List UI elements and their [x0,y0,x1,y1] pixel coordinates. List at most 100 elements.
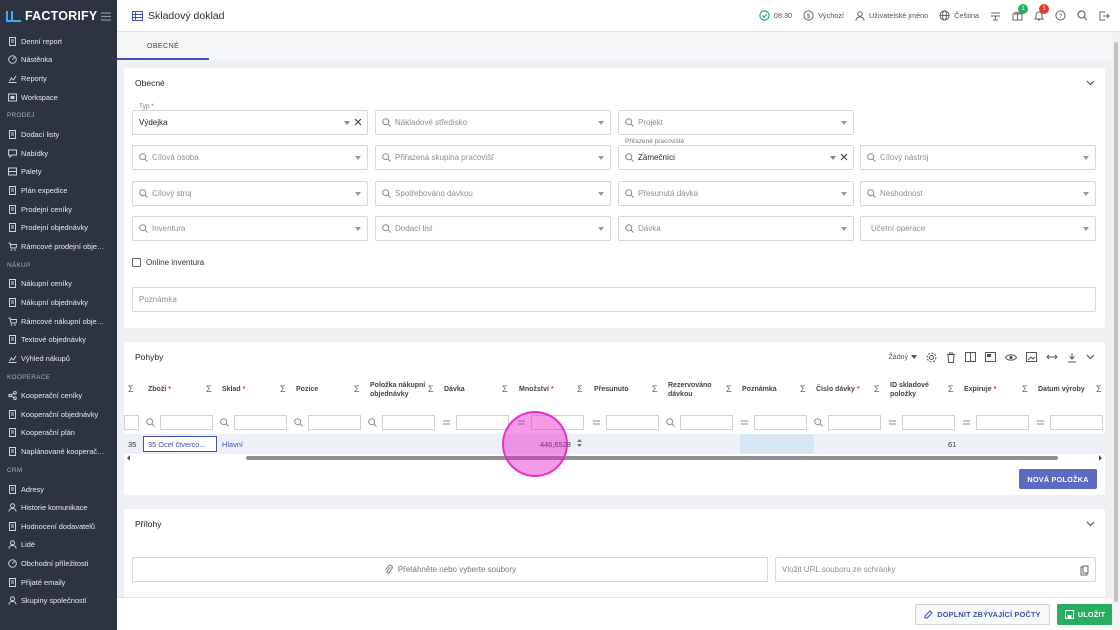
paste-icon[interactable] [1080,565,1089,576]
chevron-down-icon[interactable] [355,192,361,196]
notifications-button[interactable]: 1 [1034,4,1049,21]
file-dropzone[interactable]: Přetáhněte nebo vyberte soubory [132,557,768,582]
column-header[interactable]: Sklad * [222,377,278,404]
item-cell[interactable]: 35 Ocel čtverco... [143,436,217,452]
table-row[interactable]: 35 35 Ocel čtverco... Hlavní 446,6528 61 [124,434,1105,454]
column-header[interactable]: Dávka [444,377,500,404]
sidebar-item[interactable]: Prodejní ceníky [0,200,117,219]
chevron-down-icon[interactable] [598,121,604,125]
chevron-down-icon[interactable] [841,227,847,231]
tab-general[interactable]: OBECNÉ [117,32,209,60]
save-button[interactable]: ULOŽIT [1057,604,1113,625]
column-header[interactable]: Zboží * [148,377,204,404]
filter-input[interactable] [680,415,733,430]
equals-icon[interactable] [962,418,971,427]
column-header[interactable]: Expiruje * [964,377,1020,404]
inventory-select[interactable]: Inventura [132,216,368,241]
search-icon[interactable] [368,418,377,427]
sidebar-item[interactable]: Denní report [0,32,117,51]
equals-icon[interactable] [442,418,451,427]
language-selector[interactable]: Čeština [939,10,979,21]
horizontal-scrollbar[interactable] [124,454,1105,462]
filter-input[interactable] [234,415,287,430]
search-icon[interactable] [666,418,675,427]
search-icon[interactable] [220,418,229,427]
quantity-stepper-icon[interactable] [577,438,582,448]
chevron-down-icon[interactable] [598,156,604,160]
filter-input[interactable] [606,415,659,430]
search-button[interactable] [1077,10,1088,21]
sidebar-item[interactable]: Prodejní objednávky [0,218,117,237]
sidebar-item[interactable]: Nástěnka [0,51,117,70]
chevron-down-icon[interactable] [1086,521,1095,527]
column-header[interactable]: Datum výroby [1038,377,1094,404]
sidebar-item[interactable]: Adresy [0,480,117,499]
help-button[interactable]: ? [1055,10,1066,21]
chevron-down-icon[interactable] [355,227,361,231]
url-field[interactable]: Vložit URL souboru ze schránky [775,557,1096,582]
chevron-down-icon[interactable] [598,192,604,196]
layout-icon[interactable] [985,352,996,362]
gift-button[interactable]: 1 [1012,4,1028,21]
sum-icon[interactable]: Σ [206,384,212,394]
sidebar-item[interactable]: Hodnocení dodavatelů [0,517,117,536]
nonconformity-select[interactable]: Neshodnost [860,181,1096,206]
sum-icon[interactable]: Σ [502,384,508,394]
sidebar-item[interactable]: Přijaté emaily [0,573,117,592]
attachments-header[interactable]: Přílohy [124,509,1105,539]
sidebar-item[interactable]: Skupiny společností [0,591,117,610]
sidebar-item[interactable]: Reporty [0,69,117,88]
column-header[interactable]: Poznámka [742,377,798,404]
hamburger-menu-icon[interactable] [101,11,111,21]
moved-batch-select[interactable]: Přesunutá dávka [618,181,854,206]
sum-icon[interactable]: Σ [428,384,434,394]
sidebar-item[interactable]: Rámcové prodejní objednávky [0,237,117,256]
column-header[interactable]: Pozice [296,377,352,404]
vertical-scrollbar[interactable] [1112,32,1120,630]
scrollbar-thumb[interactable] [1114,42,1118,602]
sum-icon[interactable]: Σ [1096,384,1102,394]
workplace-select[interactable]: Přiřazené pracoviště Zámečníci [618,138,854,170]
batch-select[interactable]: Dávka [618,216,854,241]
sum-icon[interactable]: Σ [874,384,880,394]
shift-time[interactable]: 08:30 [759,10,792,21]
column-header[interactable]: Rezervováno dávkou [668,377,724,404]
clear-icon[interactable] [840,153,848,161]
sidebar-item[interactable]: Historie komunikace [0,498,117,517]
sidebar-item[interactable]: Palety [0,163,117,182]
sidebar-item[interactable]: Kooperační plán [0,424,117,443]
settings-icon[interactable] [926,352,937,363]
sidebar-item[interactable]: Plán expedice [0,181,117,200]
search-icon[interactable] [814,418,823,427]
filter-input[interactable] [1050,415,1103,430]
warehouse-cell[interactable]: Hlavní [222,440,243,449]
chevron-down-icon[interactable] [830,156,836,160]
sidebar-item[interactable]: Nákupní objednávky [0,293,117,312]
project-select[interactable]: Projekt [618,110,854,135]
download-icon[interactable] [1067,352,1077,363]
column-header[interactable]: Množství * [519,377,575,404]
sidebar-item[interactable]: Textové objednávky [0,330,117,349]
filter-input[interactable] [124,415,139,430]
filter-input[interactable] [828,415,881,430]
sidebar-item[interactable]: Dodací listy [0,125,117,144]
sum-icon[interactable]: Σ [652,384,658,394]
column-header[interactable]: Přesunuto [594,377,650,404]
filter-input[interactable] [382,415,435,430]
sum-icon[interactable]: Σ [354,384,360,394]
note-cell[interactable] [740,434,814,454]
sum-icon[interactable]: Σ [280,384,286,394]
workplace-button[interactable] [990,11,1001,21]
sum-icon[interactable]: Σ [726,384,732,394]
columns-icon[interactable] [965,352,976,362]
accounting-operation-select[interactable]: Účetní operace [860,216,1096,241]
filter-input[interactable] [754,415,807,430]
filter-input[interactable] [976,415,1029,430]
target-person-select[interactable]: Cílová osoba [132,145,368,170]
fill-missing-button[interactable]: DOPLNIT ZBÝVAJÍCÍ POČTY [915,604,1050,625]
column-header[interactable]: Číslo dávky * [816,377,872,404]
sidebar-item[interactable]: Nákupní ceníky [0,275,117,294]
user-menu[interactable]: Uživatelské jméno [855,10,928,21]
grouping-select[interactable]: Žádný [889,354,917,361]
sum-icon[interactable]: Σ [577,384,583,394]
